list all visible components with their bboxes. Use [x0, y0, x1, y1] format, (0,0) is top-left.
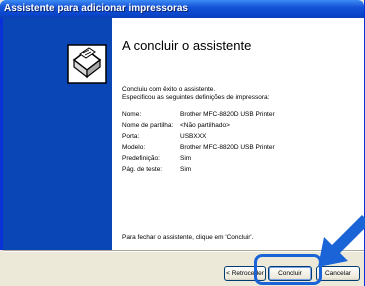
setting-label-share: Nome de partilha:: [122, 122, 174, 129]
setting-label-default: Predefinição:: [122, 155, 160, 162]
setting-label-port: Porta:: [122, 133, 140, 140]
back-button[interactable]: < Retroceder: [224, 266, 266, 281]
arrow-pointer-icon: [300, 215, 365, 275]
intro-text: Concluiu com êxito o assistente.: [122, 86, 216, 93]
setting-value-name: Brother MFC-8820D USB Printer: [180, 111, 275, 118]
page-title: A concluir o assistente: [122, 38, 252, 53]
printer-icon: [67, 44, 107, 84]
setting-value-default: Sim: [180, 155, 192, 162]
window-title: Assistente para adicionar impressoras: [0, 0, 364, 18]
setting-value-model: Brother MFC-8820D USB Printer: [180, 144, 275, 151]
wizard-side-panel: [0, 18, 112, 250]
intro-text-settings: Especificou as seguintes definições de i…: [122, 94, 270, 101]
setting-label-test-page: Pág. de teste:: [122, 166, 163, 173]
setting-value-test-page: Sim: [180, 166, 192, 173]
setting-label-model: Modelo:: [122, 144, 146, 151]
setting-label-name: Nome:: [122, 111, 142, 118]
footer-instruction: Para fechar o assistente, clique em 'Con…: [122, 234, 254, 241]
setting-value-share: <Não partilhado>: [180, 122, 230, 129]
setting-value-port: USBXXX: [180, 133, 207, 140]
